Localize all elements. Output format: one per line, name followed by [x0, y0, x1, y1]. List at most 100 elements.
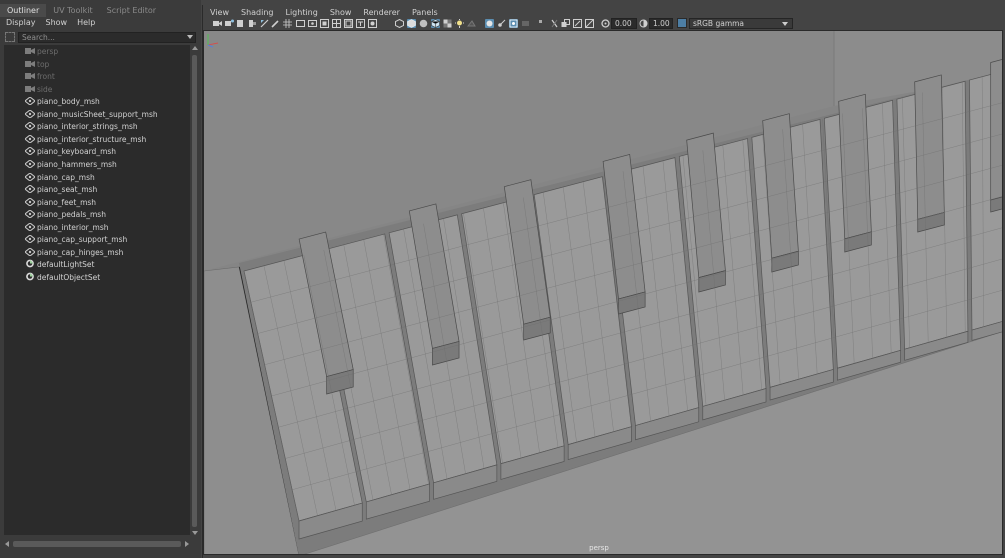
outliner-item-piano-pedals-msh[interactable]: piano_pedals_msh	[4, 208, 190, 221]
outliner-item-defaultlightset[interactable]: defaultLightSet	[4, 258, 190, 271]
scroll-left-arrow-icon[interactable]	[5, 541, 9, 547]
gamma-icon[interactable]	[639, 19, 648, 28]
outliner-item-piano-interior-strings-msh[interactable]: piano_interior_strings_msh	[4, 120, 190, 133]
outliner-horizontal-scrollbar[interactable]	[4, 540, 190, 548]
camera-select-icon[interactable]	[213, 19, 222, 28]
image-plane-icon[interactable]	[248, 19, 257, 28]
outliner-tab-bar: Outliner UV Toolkit Script Editor	[0, 4, 201, 17]
outliner-panel: Outliner UV Toolkit Script Editor Displa…	[0, 0, 201, 558]
view-transform-dropdown[interactable]: sRGB gamma	[689, 18, 793, 29]
multisample-aa-icon[interactable]	[561, 19, 570, 28]
scroll-right-arrow-icon[interactable]	[185, 541, 189, 547]
transform-icon	[25, 172, 35, 181]
outliner-item-top[interactable]: top	[4, 58, 190, 71]
outliner-item-piano-cap-hinges-msh[interactable]: piano_cap_hinges_msh	[4, 246, 190, 259]
film-gate-icon[interactable]	[296, 19, 305, 28]
outliner-item-piano-interior-msh[interactable]: piano_interior_msh	[4, 221, 190, 234]
bookmarks-icon[interactable]	[236, 19, 245, 28]
outliner-item-piano-seat-msh[interactable]: piano_seat_msh	[4, 183, 190, 196]
outliner-item-label: piano_hammers_msh	[37, 159, 117, 169]
camera-icon	[25, 48, 35, 54]
transform-icon	[25, 159, 35, 168]
transform-icon	[25, 97, 35, 106]
search-input[interactable]	[19, 33, 179, 42]
3d-viewport[interactable]: persp	[203, 30, 1003, 555]
outliner-item-piano-cap-support-msh[interactable]: piano_cap_support_msh	[4, 233, 190, 246]
use-all-lights-icon[interactable]	[455, 19, 464, 28]
exposure-field[interactable]: 0.00	[611, 18, 637, 29]
menu-show[interactable]: Show	[40, 17, 72, 29]
outliner-item-persp[interactable]: persp	[4, 45, 190, 58]
set-icon	[26, 259, 34, 268]
color-management-toggle[interactable]	[677, 18, 687, 28]
outliner-menubar: Display Show Help	[0, 17, 201, 29]
xray-active-components-icon[interactable]	[509, 19, 518, 28]
screen-space-ao-icon[interactable]	[585, 19, 594, 28]
default-material-icon[interactable]	[419, 19, 428, 28]
outliner-vertical-scrollbar[interactable]	[191, 45, 198, 537]
outliner-item-label: defaultObjectSet	[37, 272, 101, 282]
transform-icon	[25, 210, 35, 219]
gamma-field[interactable]: 1.00	[649, 18, 673, 29]
transform-icon	[25, 222, 35, 231]
outliner-item-label: side	[37, 84, 53, 94]
depth-of-field-icon[interactable]	[573, 19, 582, 28]
isolate-select-icon[interactable]	[368, 19, 377, 28]
safe-title-icon[interactable]	[356, 19, 365, 28]
tab-outliner[interactable]: Outliner	[0, 4, 47, 17]
outliner-item-defaultobjectset[interactable]: defaultObjectSet	[4, 271, 190, 284]
viewport-scene[interactable]	[204, 31, 1003, 555]
tab-uv-toolkit[interactable]: UV Toolkit	[46, 4, 99, 17]
outliner-item-piano-musicsheet-support-msh[interactable]: piano_musicSheet_support_msh	[4, 108, 190, 121]
black-key-top	[990, 59, 1002, 201]
transform-icon	[25, 109, 35, 118]
camera-icon	[25, 85, 35, 92]
scrollbar-thumb[interactable]	[192, 55, 197, 527]
exposure-icon[interactable]	[601, 19, 610, 28]
scroll-down-arrow-icon[interactable]	[192, 531, 198, 535]
tab-script-editor[interactable]: Script Editor	[100, 4, 163, 17]
outliner-item-label: piano_musicSheet_support_msh	[37, 109, 158, 119]
motion-blur-icon[interactable]	[550, 19, 559, 28]
camera-attributes-icon[interactable]	[225, 19, 234, 28]
resolution-gate-icon[interactable]	[308, 19, 317, 28]
outliner-item-piano-body-msh[interactable]: piano_body_msh	[4, 95, 190, 108]
black-key-top	[914, 74, 945, 220]
search-dropdown-icon[interactable]	[187, 35, 193, 39]
outliner-item-front[interactable]: front	[4, 70, 190, 83]
menu-help[interactable]: Help	[71, 17, 99, 29]
outliner-item-piano-hammers-msh[interactable]: piano_hammers_msh	[4, 158, 190, 171]
outliner-item-label: top	[37, 59, 50, 69]
outliner-item-piano-keyboard-msh[interactable]: piano_keyboard_msh	[4, 145, 190, 158]
outliner-item-piano-feet-msh[interactable]: piano_feet_msh	[4, 196, 190, 209]
chevron-down-icon[interactable]	[782, 22, 788, 26]
textured-icon[interactable]	[443, 19, 452, 28]
outliner-item-side[interactable]: side	[4, 83, 190, 96]
menu-display[interactable]: Display	[0, 17, 40, 29]
safe-action-icon[interactable]	[344, 19, 353, 28]
grid-icon[interactable]	[283, 19, 292, 28]
2d-pan-zoom-icon[interactable]	[260, 19, 269, 28]
grease-pencil-icon[interactable]	[271, 19, 280, 28]
camera-icon	[25, 60, 35, 67]
outliner-item-piano-cap-msh[interactable]: piano_cap_msh	[4, 171, 190, 184]
gate-mask-icon[interactable]	[320, 19, 329, 28]
scroll-up-arrow-icon[interactable]	[192, 46, 198, 50]
smooth-shade-icon[interactable]	[407, 19, 416, 28]
xray-joints-icon[interactable]	[497, 19, 506, 28]
shadows-icon[interactable]	[467, 19, 476, 28]
outliner-item-label: front	[37, 72, 55, 82]
filter-options-icon[interactable]	[5, 32, 15, 42]
outliner-item-piano-interior-structure-msh[interactable]: piano_interior_structure_msh	[4, 133, 190, 146]
outliner-item-label: piano_body_msh	[37, 97, 100, 107]
outliner-item-label: piano_interior_msh	[37, 222, 109, 232]
wireframe-icon[interactable]	[395, 19, 404, 28]
wireframe-on-shaded-icon[interactable]	[431, 19, 440, 28]
ambient-occlusion-icon[interactable]	[538, 19, 547, 28]
xray-icon[interactable]	[485, 19, 494, 28]
backface-culling-icon[interactable]	[521, 19, 530, 28]
field-chart-icon[interactable]	[332, 19, 341, 28]
axis-gizmo-icon	[207, 34, 219, 48]
scrollbar-thumb[interactable]	[13, 541, 181, 547]
outliner-search-field[interactable]	[18, 32, 196, 43]
